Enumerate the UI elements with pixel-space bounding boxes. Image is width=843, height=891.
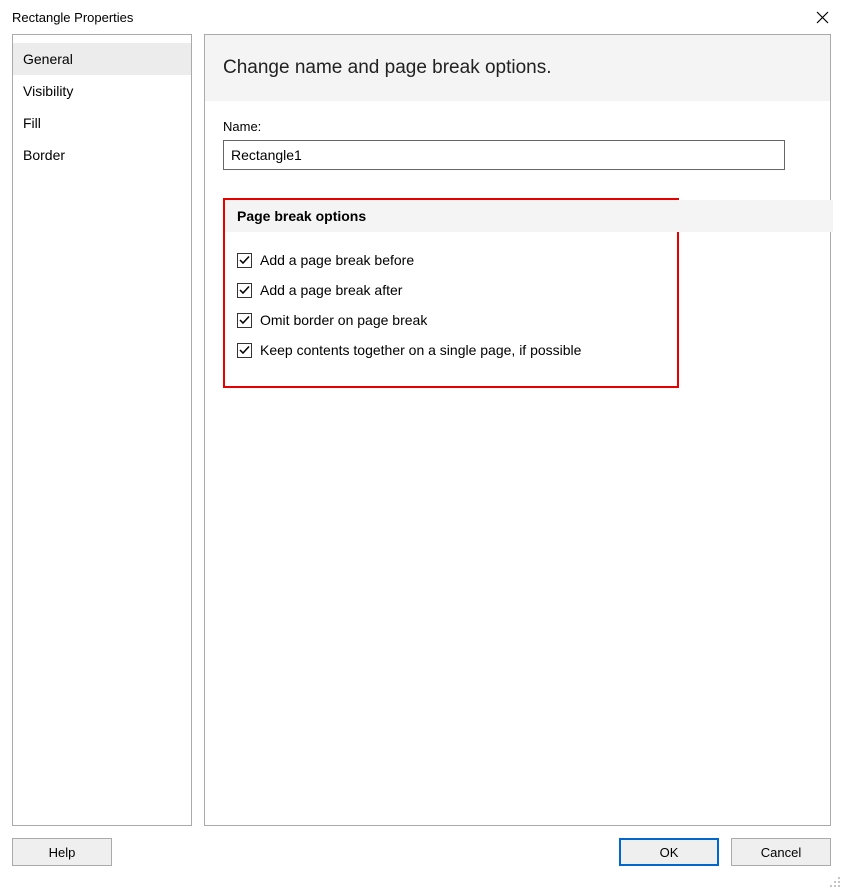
nav-item-visibility[interactable]: Visibility [13,75,191,107]
close-icon[interactable] [813,8,831,26]
checkbox-row-omit-border[interactable]: Omit border on page break [237,312,665,328]
page-break-title: Page break options [225,200,677,232]
dialog-title: Rectangle Properties [12,10,133,25]
nav-item-general[interactable]: General [13,43,191,75]
checkbox-label: Add a page break after [260,282,402,298]
checkbox-label: Omit border on page break [260,312,427,328]
help-button[interactable]: Help [12,838,112,866]
button-bar: Help OK Cancel [0,826,843,874]
checkbox-list: Add a page break before Add a page break… [237,252,665,358]
dialog-body: General Visibility Fill Border Change na… [0,34,843,826]
checkbox-label: Add a page break before [260,252,414,268]
nav-item-fill[interactable]: Fill [13,107,191,139]
ok-button[interactable]: OK [619,838,719,866]
cancel-button[interactable]: Cancel [731,838,831,866]
name-label: Name: [223,119,812,134]
content-header: Change name and page break options. [205,35,830,101]
checkbox-row-break-before[interactable]: Add a page break before [237,252,665,268]
button-bar-right: OK Cancel [619,838,831,866]
checkbox-row-break-after[interactable]: Add a page break after [237,282,665,298]
titlebar: Rectangle Properties [0,0,843,34]
nav-panel: General Visibility Fill Border [12,34,192,826]
content-panel: Change name and page break options. Name… [204,34,831,826]
resize-grip-icon[interactable] [827,874,841,888]
checkbox-row-keep-together[interactable]: Keep contents together on a single page,… [237,342,665,358]
page-break-group: Page break options Add a page break befo… [223,198,679,388]
nav-item-border[interactable]: Border [13,139,191,171]
content-inner: Name: Page break options Add a page brea… [205,101,830,406]
checkbox-label: Keep contents together on a single page,… [260,342,581,358]
name-input[interactable] [223,140,785,170]
checkbox-icon[interactable] [237,313,252,328]
checkbox-icon[interactable] [237,253,252,268]
checkbox-icon[interactable] [237,283,252,298]
checkbox-icon[interactable] [237,343,252,358]
